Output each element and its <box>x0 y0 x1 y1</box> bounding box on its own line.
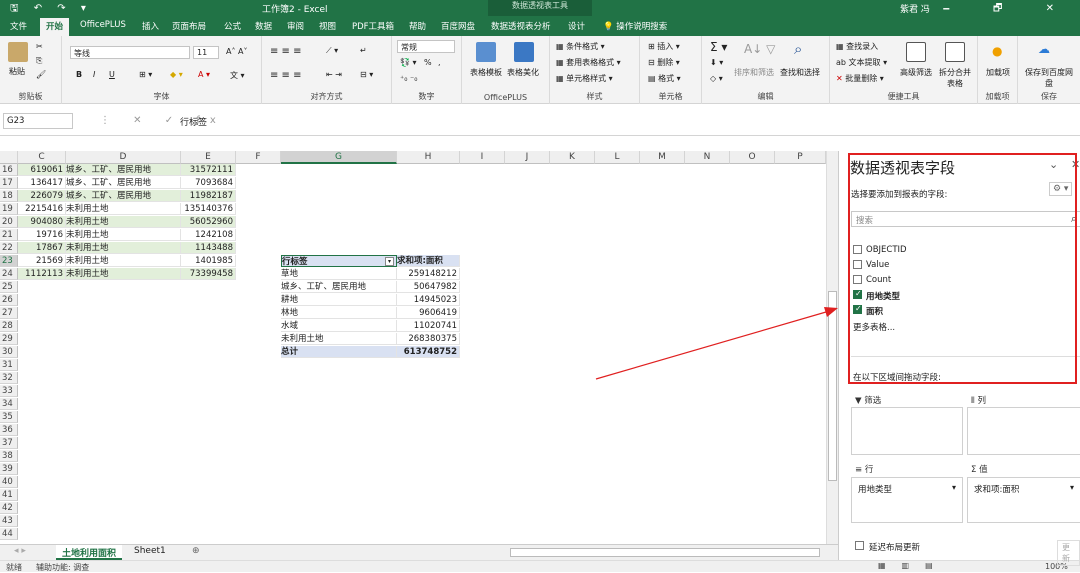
annotation-arrow <box>595 307 838 380</box>
annotation-arrow-head <box>824 307 838 317</box>
annotation-arrow-line <box>595 311 827 380</box>
